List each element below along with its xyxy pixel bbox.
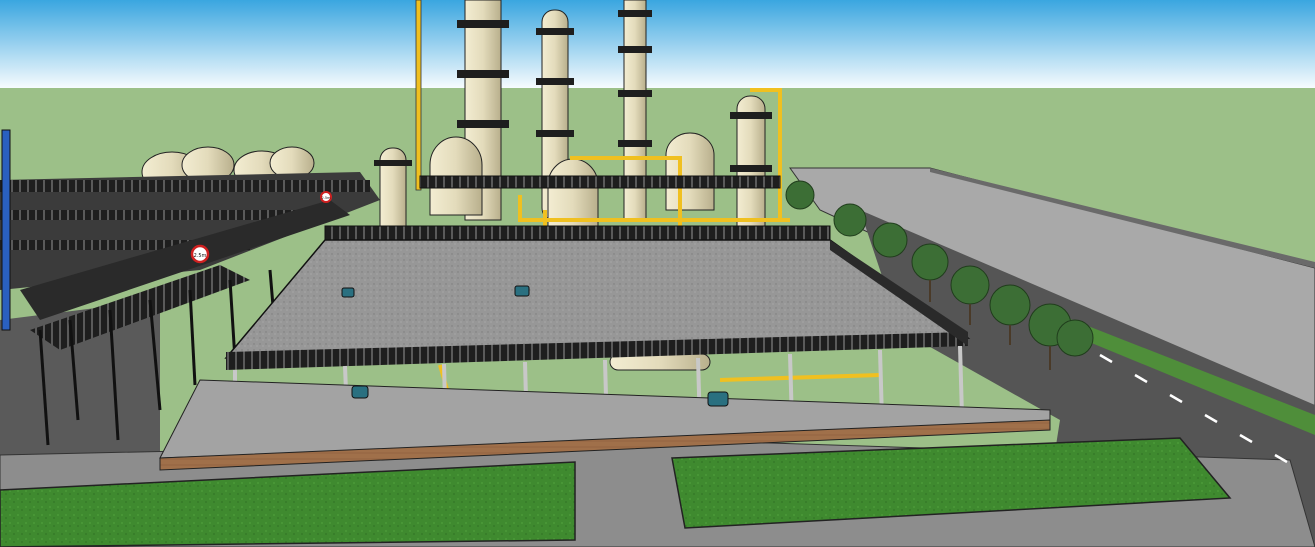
blue-column: [1, 129, 11, 331]
sky: [0, 0, 1315, 92]
sign-label: 2.5m: [322, 196, 332, 200]
sign-label: 2.5m: [194, 253, 207, 259]
refinery-scene: 2.5m 2.5m: [0, 0, 1315, 547]
vent-pipe: [415, 0, 422, 191]
sign-height-limit-rear: 2.5m: [320, 191, 332, 203]
sign-height-limit: 2.5m: [190, 244, 210, 264]
